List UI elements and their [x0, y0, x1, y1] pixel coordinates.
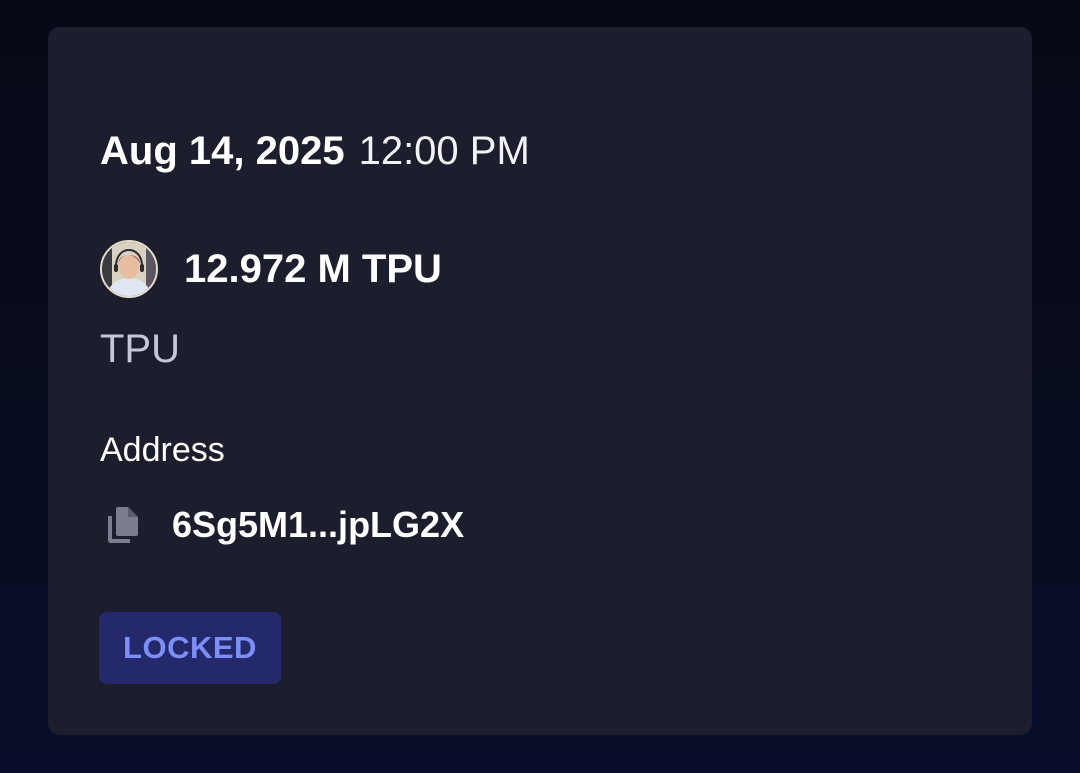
address-row: 6Sg5M1...jpLG2X: [104, 504, 464, 546]
address-label: Address: [100, 431, 225, 469]
status-badge-label: LOCKED: [123, 630, 257, 665]
user-avatar-icon: [102, 242, 156, 296]
status-badge: LOCKED: [99, 612, 281, 684]
unlock-datetime: Aug 14, 2025 12:00 PM: [100, 131, 530, 171]
wallet-address[interactable]: 6Sg5M1...jpLG2X: [172, 504, 464, 546]
token-amount-row: 12.972 M TPU: [100, 239, 442, 299]
unlock-date: Aug 14, 2025: [100, 129, 345, 173]
copy-icon: [108, 507, 138, 543]
copy-address-button[interactable]: [104, 505, 142, 545]
token-amount: 12.972 M TPU: [184, 246, 442, 291]
unlock-time: 12:00 PM: [358, 129, 530, 173]
vesting-card: Aug 14, 2025 12:00 PM 12.972 M TPU TPU Ad…: [48, 27, 1032, 735]
avatar: [100, 240, 158, 298]
token-symbol: TPU: [100, 327, 180, 371]
